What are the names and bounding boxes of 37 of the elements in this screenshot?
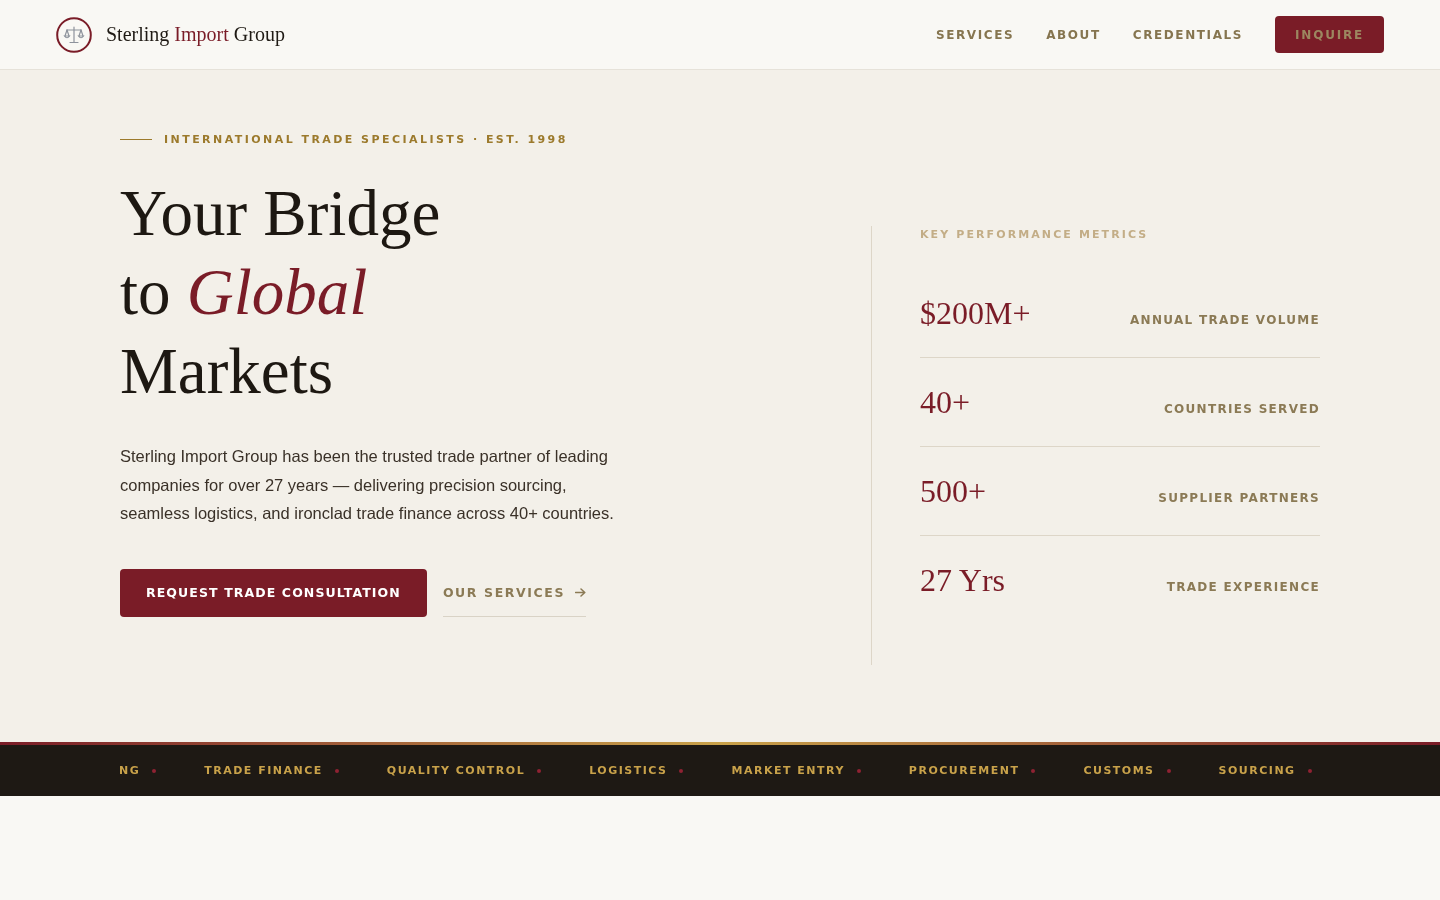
metric-label: SUPPLIER PARTNERS	[1158, 491, 1320, 505]
dot-icon	[334, 768, 339, 773]
dot-icon	[679, 768, 684, 773]
hero-description: Sterling Import Group has been the trusted trade partner of leading companies for over 27 years — delivering precision sourcing, seamless logistics, and ironclad trade finance across 40+ countries.	[120, 446, 615, 524]
metrics-title: KEY PERFORMANCE METRICS	[920, 227, 1149, 243]
dot-icon	[152, 768, 157, 773]
ticker-item: QUALITY CONTROL	[386, 764, 526, 777]
ticker-item: NG	[119, 764, 141, 777]
metric-value: 500+	[920, 473, 987, 509]
dot-icon	[856, 768, 861, 773]
arrow-right-icon	[575, 587, 587, 597]
nav-link[interactable]: SERVICES	[935, 27, 1015, 42]
metric-label: TRADE EXPERIENCE	[1166, 580, 1320, 594]
ticker-item: PROCUREMENT	[908, 764, 1020, 777]
brand-name[interactable]: Sterling Import Group	[106, 23, 285, 46]
ticker-item: LOGISTICS	[589, 764, 668, 777]
inquire-button[interactable]: INQUIRE	[1275, 16, 1384, 53]
metric-label: COUNTRIES SERVED	[1163, 402, 1320, 416]
ticker-item: TRADE FINANCE	[204, 764, 323, 777]
metric-value: 27 Yrs	[920, 562, 1006, 598]
hero-heading: Your Bridge to Global Markets	[120, 176, 441, 409]
scales-logo-icon	[56, 16, 92, 53]
eyebrow-text: INTERNATIONAL TRADE SPECIALISTS · EST. 1998	[164, 132, 568, 146]
ticker-item: CUSTOMS	[1083, 764, 1155, 777]
dot-icon	[537, 768, 542, 773]
metric-value: 40+	[920, 384, 971, 420]
metric-value: $200M+	[920, 295, 1031, 331]
nav-link[interactable]: CREDENTIALS	[1132, 27, 1244, 42]
ticker-item: SOURCING	[1218, 764, 1296, 777]
dot-icon	[1166, 768, 1171, 773]
metric-label: ANNUAL TRADE VOLUME	[1130, 313, 1320, 327]
services-link[interactable]: OUR SERVICES	[442, 568, 587, 617]
consultation-button[interactable]: REQUEST TRADE CONSULTATION	[120, 568, 427, 617]
dot-icon	[1307, 768, 1312, 773]
dot-icon	[1031, 768, 1036, 773]
ticker-item: MARKET ENTRY	[731, 764, 845, 777]
nav-link[interactable]: ABOUT	[1046, 27, 1101, 42]
